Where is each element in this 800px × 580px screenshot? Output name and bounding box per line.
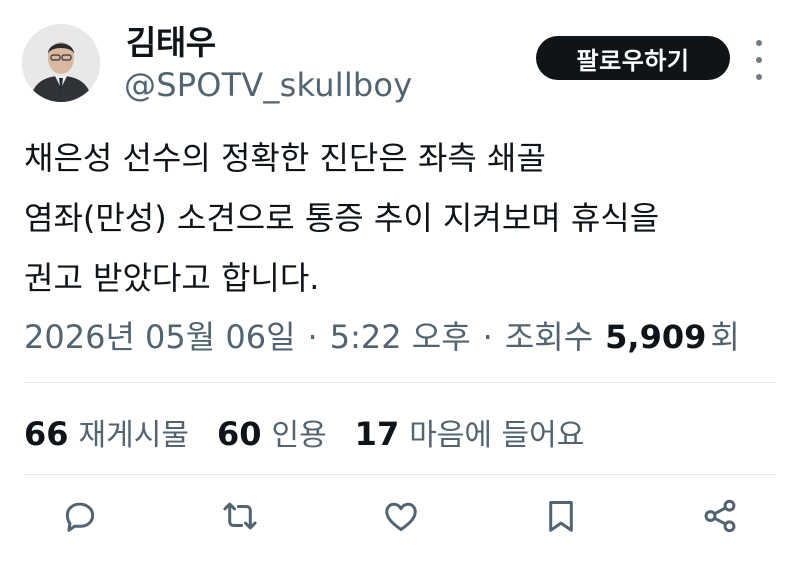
meta-separator: · [482, 318, 493, 356]
post-time[interactable]: 5:22 오후 [330, 312, 471, 358]
avatar[interactable] [22, 24, 100, 102]
share-icon[interactable] [698, 494, 742, 538]
post-date[interactable]: 2026년 05월 06일 [24, 312, 296, 358]
quotes-stat[interactable]: 60 인용 [217, 410, 327, 454]
tweet-meta: 2026년 05월 06일 · 5:22 오후 · 조회수 5,909 회 [24, 312, 740, 358]
quotes-label: 인용 [271, 418, 327, 453]
tweet-detail: 김태우 @SPOTV_skullboy 팔로우하기 채은성 선수의 정확한 진단… [0, 0, 800, 580]
tweet-text-line: 염좌(만성) 소견으로 통증 추이 지켜보며 휴식을 [24, 199, 660, 237]
display-name[interactable]: 김태우 [126, 16, 216, 64]
user-handle[interactable]: @SPOTV_skullboy [124, 66, 412, 104]
profile-photo [22, 24, 100, 102]
divider [24, 474, 776, 475]
divider [24, 382, 776, 383]
engagement-stats: 66 재게시물 60 인용 17 마음에 들어요 [24, 410, 612, 454]
likes-stat[interactable]: 17 마음에 들어요 [355, 410, 585, 454]
more-dot [756, 74, 762, 80]
quotes-count: 60 [216, 415, 262, 453]
reposts-stat[interactable]: 66 재게시물 [24, 410, 189, 454]
tweet-text-line: 채은성 선수의 정확한 진단은 좌측 쇄골 [24, 139, 546, 177]
more-dot [756, 40, 762, 46]
reposts-count: 66 [24, 415, 69, 453]
likes-count: 17 [354, 415, 400, 453]
views-label: 조회수 [504, 318, 594, 356]
bookmark-icon[interactable] [539, 494, 583, 538]
reply-icon[interactable] [58, 494, 102, 538]
views-count: 5,909 [605, 318, 707, 356]
repost-icon[interactable] [218, 494, 262, 538]
more-dot [756, 57, 762, 63]
meta-separator: · [307, 318, 318, 356]
like-icon[interactable] [379, 494, 423, 538]
follow-button[interactable]: 팔로우하기 [536, 36, 730, 80]
likes-label: 마음에 들어요 [409, 418, 585, 453]
reposts-label: 재게시물 [78, 418, 189, 453]
tweet-text-line: 권고 받았다고 합니다. [24, 259, 320, 297]
views-suffix: 회 [710, 318, 740, 356]
more-options-icon[interactable] [748, 40, 770, 80]
tweet-text: 채은성 선수의 정확한 진단은 좌측 쇄골 염좌(만성) 소견으로 통증 추이 … [24, 128, 764, 308]
